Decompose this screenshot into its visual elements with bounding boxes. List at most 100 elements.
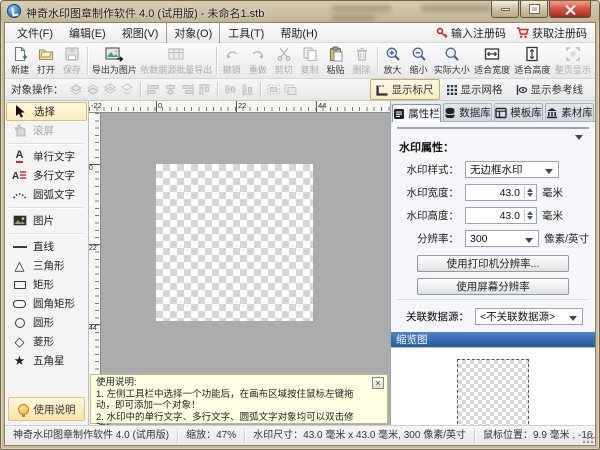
tool-single-line-text[interactable]: A 单行文字: [5, 147, 88, 166]
canvas-area[interactable]: -22 0 22 44 0 22 44 使用说明: 1. 左侧工具栏中选择一个功…: [89, 101, 390, 425]
tab-materials[interactable]: 素材库: [545, 103, 594, 121]
menu-view[interactable]: 视图(V): [114, 22, 167, 44]
align-bottom-icon[interactable]: [240, 83, 255, 96]
batch-export-button[interactable]: 依数据源批量导出: [139, 44, 214, 77]
tool-rounded-rectangle[interactable]: 圆角矩形: [5, 294, 88, 313]
tool-circle[interactable]: 圆形: [5, 313, 88, 332]
help-line: 2. 水印中的单行文字、多行文字、圆弧文字对象均可以双击修改！: [96, 412, 371, 426]
align-center-h-icon[interactable]: [163, 83, 178, 96]
hand-icon: [11, 124, 28, 137]
cut-scissors-icon: [276, 46, 292, 62]
menu-help[interactable]: 帮助(H): [272, 22, 325, 44]
titlebar-glass-artifact: [421, 4, 491, 12]
fit-width-button[interactable]: 适合宽度: [472, 44, 512, 77]
paste-button[interactable]: 粘贴: [323, 44, 349, 77]
same-size-icon[interactable]: [283, 83, 298, 96]
bulb-icon: [18, 404, 29, 415]
actual-size-button[interactable]: 实际大小: [432, 44, 472, 77]
minimize-button[interactable]: [491, 1, 519, 18]
app-window: 神奇水印图章制作软件 4.0 (试用版) - 未命名1.stb 文件(F) 编辑…: [0, 0, 600, 450]
tab-properties[interactable]: 属性栏: [392, 104, 441, 122]
tool-arc-text[interactable]: 圆弧文字: [5, 185, 88, 204]
save-floppy-icon: [64, 46, 80, 62]
window-title: 神奇水印图章制作软件 4.0 (试用版) - 未命名1.stb: [26, 5, 264, 21]
datasource-dropdown[interactable]: <不关联数据源>: [475, 308, 583, 325]
cut-button[interactable]: 剪切: [271, 44, 297, 77]
delete-button[interactable]: 删除: [349, 44, 375, 77]
tab-templates[interactable]: 模板库: [494, 103, 543, 121]
redo-button[interactable]: 重做: [245, 44, 271, 77]
use-printer-dpi-button[interactable]: 使用打印机分辨率...: [417, 255, 569, 272]
export-image-button[interactable]: 导出为图片: [90, 44, 139, 77]
ruler-icon: [376, 84, 389, 96]
send-backward-icon[interactable]: [120, 83, 135, 96]
undo-button[interactable]: 撤销: [219, 44, 245, 77]
toolbar-separator: [216, 47, 217, 75]
tool-multi-line-text[interactable]: A 多行文字: [5, 166, 88, 185]
align-right-icon[interactable]: [180, 83, 195, 96]
style-dropdown[interactable]: 无边框水印: [465, 161, 559, 178]
help-close-button[interactable]: ×: [372, 377, 384, 389]
tool-line[interactable]: 直线: [5, 237, 88, 256]
resize-grip[interactable]: [583, 433, 594, 444]
same-width-icon[interactable]: [266, 83, 281, 96]
chevron-down-icon: [575, 135, 583, 144]
panel-tabs: 属性栏 数据库 模板库 素材库: [391, 101, 595, 122]
datasource-label: 关联数据源：: [397, 309, 469, 324]
spinner-arrows[interactable]: [524, 186, 535, 199]
enter-register-code-link[interactable]: 输入注册码: [436, 25, 506, 41]
get-register-code-link[interactable]: 获取注册码: [516, 25, 587, 41]
grid-icon: [446, 84, 458, 96]
show-guides-toggle[interactable]: 显示参考线: [509, 79, 590, 100]
new-button[interactable]: 新建: [7, 44, 33, 77]
width-label: 水印宽度：: [397, 185, 459, 200]
tool-triangle[interactable]: △ 三角形: [5, 256, 88, 275]
maximize-button[interactable]: [520, 1, 548, 18]
thumbnail-header: 缩览图: [391, 332, 595, 347]
bring-to-front-icon[interactable]: [69, 83, 84, 96]
show-grid-toggle[interactable]: 显示网格: [440, 79, 509, 100]
menu-object[interactable]: 对象(O): [166, 22, 220, 44]
align-left-icon[interactable]: [146, 83, 161, 96]
tool-image[interactable]: 图片: [5, 211, 88, 230]
titlebar-glass-artifact: [331, 5, 391, 12]
send-to-back-icon[interactable]: [86, 83, 101, 96]
close-button[interactable]: [549, 1, 591, 18]
rounded-rectangle-icon: [11, 300, 28, 308]
menu-file[interactable]: 文件(F): [9, 22, 61, 44]
spinner-arrows[interactable]: [524, 209, 535, 222]
menu-edit[interactable]: 编辑(E): [61, 22, 114, 44]
cart-icon: [516, 27, 529, 39]
tool-star[interactable]: ★ 五角星: [5, 351, 88, 370]
align-top-icon[interactable]: [197, 83, 212, 96]
zoom-in-button[interactable]: 放大: [380, 44, 406, 77]
usage-help-button[interactable]: 使用说明: [8, 397, 85, 421]
object-ops-label: 对象操作：: [11, 82, 64, 97]
align-middle-v-icon[interactable]: [223, 83, 238, 96]
main-toolbar: 新建 打开 保存 导出为图片 依数据源批量导出 撤销: [5, 43, 595, 79]
width-input[interactable]: 43.0: [465, 184, 537, 201]
toolbar-separator: [260, 82, 261, 98]
bring-forward-icon[interactable]: [103, 83, 118, 96]
height-input[interactable]: 43.0: [465, 207, 537, 224]
menu-tools[interactable]: 工具(T): [220, 22, 272, 44]
width-unit: 毫米: [542, 185, 563, 200]
tool-pan[interactable]: 滚屏: [5, 121, 88, 140]
tool-select[interactable]: 选择: [6, 102, 87, 121]
close-icon: ×: [375, 379, 380, 388]
copy-button[interactable]: 复制: [297, 44, 323, 77]
save-button[interactable]: 保存: [59, 44, 85, 77]
usage-help-panel: 使用说明: 1. 左侧工具栏中选择一个功能后，在画布区域按住鼠标左键拖动，即可添…: [90, 374, 388, 424]
open-button[interactable]: 打开: [33, 44, 59, 77]
show-ruler-toggle[interactable]: 显示标尺: [370, 79, 440, 100]
object-selector-dropdown[interactable]: [397, 127, 589, 129]
tab-database[interactable]: 数据库: [443, 103, 492, 121]
whole-page-button[interactable]: 整页显示: [553, 44, 593, 77]
fit-height-button[interactable]: 适合高度: [512, 44, 552, 77]
use-screen-dpi-button[interactable]: 使用屏幕分辨率: [417, 278, 569, 295]
zoom-out-button[interactable]: 缩小: [406, 44, 432, 77]
tool-diamond[interactable]: ◇ 菱形: [5, 332, 88, 351]
dpi-dropdown[interactable]: 300: [465, 230, 539, 247]
tool-rectangle[interactable]: 矩形: [5, 275, 88, 294]
zoom-out-icon: [411, 46, 427, 62]
